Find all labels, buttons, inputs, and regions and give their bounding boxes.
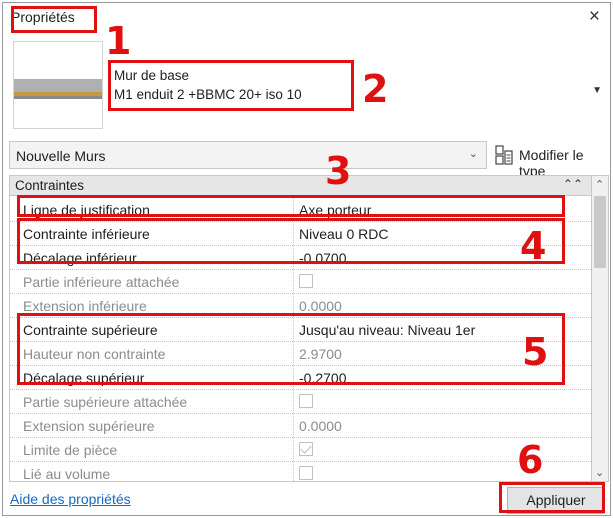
properties-scrollbar[interactable]: ⌃ ⌄ — [592, 175, 609, 482]
property-name: Décalage supérieur — [23, 370, 145, 386]
property-value[interactable]: Niveau 0 RDC — [299, 226, 388, 242]
properties-grid: Contraintes ⌃⌃ Ligne de justification Ax… — [9, 175, 592, 482]
property-value[interactable]: Jusqu'au niveau: Niveau 1er — [299, 322, 475, 338]
group-header-constraints[interactable]: Contraintes ⌃⌃ — [10, 176, 591, 196]
wall-type-preview — [13, 41, 103, 129]
type-family: Mur de base — [114, 68, 190, 83]
room-bounding-checkbox — [299, 442, 313, 456]
property-name: Limite de pièce — [23, 442, 118, 458]
property-row: Partie supérieure attachée — [10, 390, 591, 414]
property-row[interactable]: Contrainte supérieure Jusqu'au niveau: N… — [10, 318, 591, 342]
property-value: 0.0000 — [299, 298, 342, 314]
scroll-down-icon[interactable]: ⌄ — [595, 466, 604, 479]
property-value: 0.0000 — [299, 418, 342, 434]
property-name: Lié au volume — [23, 466, 111, 482]
related-to-mass-checkbox — [299, 466, 313, 480]
property-row[interactable]: Décalage inférieur -0.0700 — [10, 246, 591, 270]
property-name: Partie inférieure attachée — [23, 274, 180, 290]
instance-filter-value: Nouvelle Murs — [16, 148, 106, 164]
collapse-icon[interactable]: ⌃⌃ — [563, 177, 583, 191]
apply-button[interactable]: Appliquer — [507, 487, 605, 514]
property-row: Partie inférieure attachée — [10, 270, 591, 294]
attached-bottom-checkbox — [299, 274, 313, 288]
close-icon[interactable]: × — [589, 6, 600, 28]
property-row[interactable]: Ligne de justification Axe porteur — [10, 198, 591, 222]
property-row[interactable]: Contrainte inférieure Niveau 0 RDC — [10, 222, 591, 246]
property-row: Limite de pièce — [10, 438, 591, 462]
property-row: Hauteur non contrainte 2.9700 — [10, 342, 591, 366]
palette-title: Propriétés — [11, 9, 75, 25]
group-label: Contraintes — [15, 178, 85, 193]
instance-filter-dropdown[interactable]: Nouvelle Murs ⌄ — [9, 141, 487, 169]
scroll-up-icon[interactable]: ⌃ — [595, 178, 604, 191]
property-row: Extension supérieure 0.0000 — [10, 414, 591, 438]
property-value[interactable]: -0.0700 — [299, 250, 346, 266]
type-name: Mur de base M1 enduit 2 +BBMC 20+ iso 10 — [114, 66, 302, 104]
property-row: Lié au volume — [10, 462, 591, 482]
property-value: 2.9700 — [299, 346, 342, 362]
attached-top-checkbox — [299, 394, 313, 408]
property-value[interactable]: Axe porteur — [299, 202, 371, 218]
type-selector[interactable]: Mur de base M1 enduit 2 +BBMC 20+ iso 10… — [9, 39, 606, 133]
property-row[interactable]: Décalage supérieur -0.2700 — [10, 366, 591, 390]
property-name: Contrainte supérieure — [23, 322, 158, 338]
type-value: M1 enduit 2 +BBMC 20+ iso 10 — [114, 87, 302, 102]
property-name: Partie supérieure attachée — [23, 394, 188, 410]
property-name: Ligne de justification — [23, 202, 150, 218]
edit-type-icon — [495, 145, 513, 165]
edit-type-button[interactable]: Modifier le type — [493, 141, 609, 179]
property-row: Extension inférieure 0.0000 — [10, 294, 591, 318]
properties-palette: Propriétés × Mur de base M1 enduit 2 +BB… — [2, 2, 611, 516]
scrollbar-thumb[interactable] — [594, 196, 606, 268]
property-value[interactable]: -0.2700 — [299, 370, 346, 386]
chevron-down-icon[interactable]: ⌄ — [469, 147, 478, 160]
property-name: Hauteur non contrainte — [23, 346, 166, 362]
palette-title-bar: Propriétés × — [3, 3, 610, 31]
property-name: Extension supérieure — [23, 418, 155, 434]
triangle-down-icon[interactable]: ▼ — [592, 85, 602, 96]
property-name: Contrainte inférieure — [23, 226, 150, 242]
property-name: Extension inférieure — [23, 298, 147, 314]
property-name: Décalage inférieur — [23, 250, 137, 266]
properties-help-link[interactable]: Aide des propriétés — [10, 491, 131, 507]
